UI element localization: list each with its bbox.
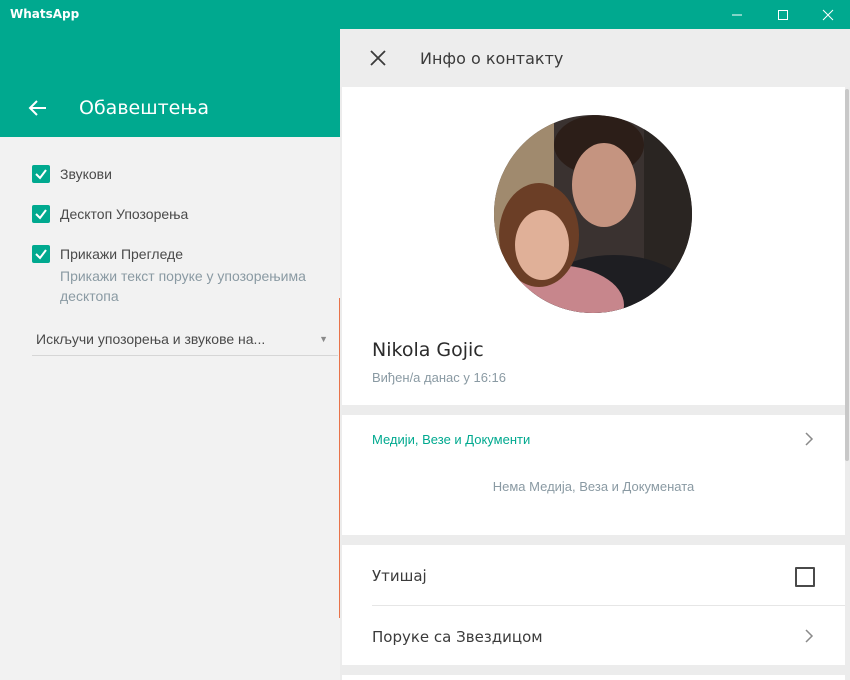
app-title: WhatsApp bbox=[10, 7, 80, 21]
mute-alerts-dropdown[interactable]: Искључи упозорења и звукове на... ▼ bbox=[32, 327, 338, 356]
media-card: Медији, Везе и Документи Нема Медија, Ве… bbox=[342, 415, 845, 535]
option-label: Звукови bbox=[60, 166, 112, 182]
maximize-button[interactable] bbox=[760, 0, 806, 29]
caret-down-icon: ▼ bbox=[319, 334, 328, 344]
notifications-panel: Звукови Десктоп Упозорења Прикажи Прегле… bbox=[0, 137, 340, 680]
minimize-button[interactable] bbox=[714, 0, 760, 29]
page-title: Обавештења bbox=[79, 97, 210, 119]
profile-card: Nikola Gojic Виђен/а данас у 16:16 bbox=[342, 87, 845, 405]
panel-title: Инфо о контакту bbox=[420, 49, 564, 68]
contact-info-header: Инфо о контакту bbox=[340, 29, 850, 87]
contact-info-panel: Инфо о контакту Nikola Gojic Виђен/а дан… bbox=[340, 29, 850, 680]
show-previews-checkbox[interactable] bbox=[32, 245, 50, 263]
chevron-right-icon bbox=[805, 629, 814, 643]
media-links-docs-link[interactable]: Медији, Везе и Документи bbox=[372, 432, 530, 447]
mute-label: Утишај bbox=[372, 567, 427, 585]
back-button[interactable] bbox=[26, 96, 50, 120]
check-icon bbox=[35, 209, 47, 220]
contact-settings-card: Утишај Поруке са Звездицом bbox=[342, 545, 845, 665]
mute-row[interactable]: Утишај bbox=[342, 545, 845, 605]
arrow-left-icon bbox=[28, 100, 46, 116]
maximize-icon bbox=[778, 10, 788, 20]
starred-messages-row[interactable]: Поруке са Звездицом bbox=[342, 606, 845, 666]
starred-messages-label: Поруке са Звездицом bbox=[372, 628, 543, 646]
close-window-button[interactable] bbox=[805, 0, 850, 29]
mute-checkbox[interactable] bbox=[795, 567, 815, 587]
check-icon bbox=[35, 249, 47, 260]
media-empty-text: Нема Медија, Веза и Докумената bbox=[492, 479, 695, 494]
minimize-icon bbox=[732, 14, 742, 16]
close-icon bbox=[370, 50, 386, 66]
profile-photo bbox=[494, 115, 692, 313]
chevron-right-icon[interactable] bbox=[803, 432, 815, 446]
dropdown-value: Искључи упозорења и звукове на... bbox=[36, 331, 266, 347]
option-sublabel: Прикажи текст поруке у упозорењима дескт… bbox=[60, 268, 306, 304]
desktop-alerts-checkbox[interactable] bbox=[32, 205, 50, 223]
contact-name: Nikola Gojic bbox=[372, 339, 484, 361]
close-icon bbox=[822, 9, 834, 21]
sounds-checkbox[interactable] bbox=[32, 165, 50, 183]
window-titlebar: WhatsApp bbox=[0, 0, 850, 29]
option-label: Прикажи Прегледе bbox=[60, 246, 183, 262]
last-seen: Виђен/а данас у 16:16 bbox=[372, 370, 507, 385]
close-panel-button[interactable] bbox=[366, 46, 390, 70]
avatar[interactable] bbox=[494, 115, 692, 313]
option-label: Десктоп Упозорења bbox=[60, 206, 189, 222]
scrollbar-thumb[interactable] bbox=[845, 89, 849, 461]
check-icon bbox=[35, 169, 47, 180]
next-card-edge bbox=[342, 675, 845, 680]
notifications-header: Обавештења bbox=[0, 29, 340, 137]
